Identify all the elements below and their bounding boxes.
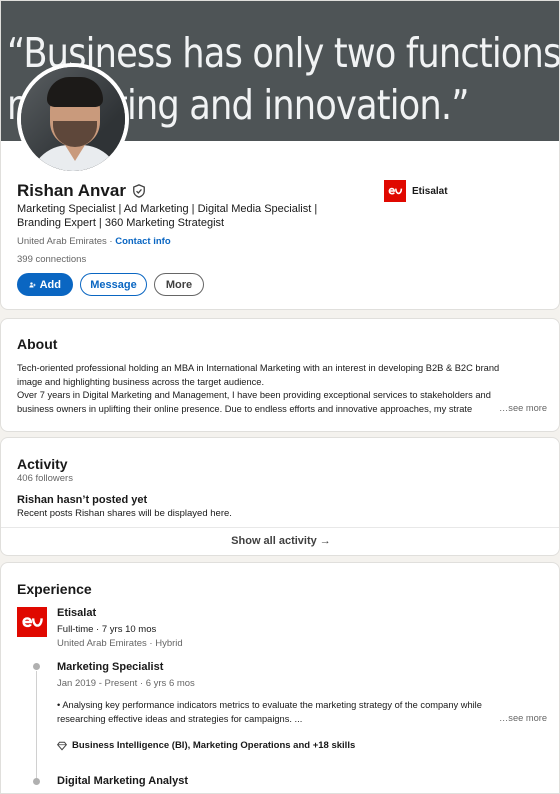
name-row: Rishan Anvar [17,181,146,201]
timeline-dot [33,663,40,670]
about-line-3: Over 7 years in Digital Marketing and Ma… [17,390,491,401]
experience-section: Experience Etisalat Full-time · 7 yrs 10… [0,562,560,794]
activity-section: Activity 406 followers Rishan hasn’t pos… [0,437,560,556]
verified-shield-icon[interactable] [132,184,146,198]
profile-headline: Marketing Specialist | Ad Marketing | Di… [17,202,337,230]
diamond-skill-icon [57,741,67,751]
about-text: Tech-oriented professional holding an MB… [17,362,547,416]
role-description: • Analysing key performance indicators m… [57,699,527,726]
add-button[interactable]: Add [17,273,73,296]
profile-avatar[interactable] [17,63,129,175]
etisalat-glyph-icon [22,617,43,628]
role-skills[interactable]: Business Intelligence (BI), Marketing Op… [57,740,355,751]
activity-title: Activity [17,456,68,472]
profile-location-row: United Arab Emirates · Contact info [17,236,171,247]
add-button-label: Add [39,278,61,291]
no-posts-subtitle: Recent posts Rishan shares will be displ… [17,508,232,519]
contact-info-link[interactable]: Contact info [115,236,170,247]
profile-actions: Add Message More [17,273,204,296]
add-person-icon [29,281,36,287]
experience-timeline [36,671,37,783]
connections-count[interactable]: 399 connections [17,254,86,265]
current-company[interactable]: Etisalat [384,180,448,202]
role-skills-label: Business Intelligence (BI), Marketing Op… [72,740,356,751]
role-desc-line-1: • Analysing key performance indicators m… [57,700,482,710]
experience-company-name[interactable]: Etisalat [57,607,96,619]
company-location: United Arab Emirates · Hybrid [57,638,183,649]
role-title: Marketing Specialist [57,661,164,673]
role-dates: Jan 2019 - Present · 6 yrs 6 mos [57,678,195,689]
followers-count: 406 followers [17,473,73,484]
about-line-2: image and highlighting business across t… [17,376,265,387]
employment-type: Full-time · 7 yrs 10 mos [57,624,157,635]
role-title: Digital Marketing Analyst [57,775,189,787]
experience-title: Experience [17,581,92,597]
about-see-more-link[interactable]: …see more [499,403,547,413]
headline-line-1: Marketing Specialist | Ad Marketing | Di… [17,203,318,215]
more-button[interactable]: More [154,273,204,296]
timeline-dot [33,778,40,785]
role-see-more-link[interactable]: …see more [499,713,547,723]
show-all-activity-button[interactable]: Show all activity → [1,535,559,547]
about-line-1: Tech-oriented professional holding an MB… [17,363,500,373]
about-section: About Tech-oriented professional holding… [0,318,560,432]
etisalat-logo [384,180,406,202]
etisalat-glyph-icon [388,187,403,195]
role-desc-line-2: researching effective ideas and strategi… [57,713,303,724]
about-line-4: business owners in uplifting their onlin… [17,403,473,414]
about-title: About [17,336,58,352]
divider [1,527,559,528]
message-button[interactable]: Message [80,273,147,296]
profile-intro-card: “Business has only two functions— market… [0,0,560,310]
profile-location: United Arab Emirates · [17,236,116,247]
no-posts-title: Rishan hasn’t posted yet [17,494,148,506]
etisalat-company-logo[interactable] [17,607,47,637]
headline-line-2: Branding Expert | 360 Marketing Strategi… [17,217,225,229]
profile-name: Rishan Anvar [17,181,126,200]
current-company-name: Etisalat [412,185,448,197]
